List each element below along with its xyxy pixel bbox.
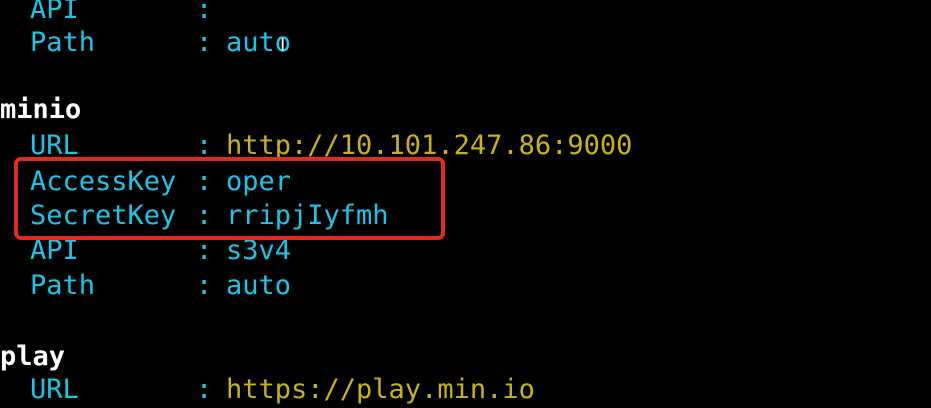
- config-row-path: Path : auto: [0, 23, 931, 63]
- config-value: s3v4: [226, 235, 292, 266]
- config-value: rripjIyfmh: [226, 200, 389, 231]
- terminal-output: API : Path : auto I minio URL : http://1…: [0, 0, 931, 408]
- config-key: SecretKey: [30, 200, 177, 231]
- config-row-api: API : s3v4: [0, 231, 931, 271]
- config-value-url: http://10.101.247.86:9000: [226, 130, 633, 161]
- config-key: URL: [30, 130, 79, 161]
- config-separator: :: [196, 27, 213, 58]
- config-key: Path: [30, 270, 96, 301]
- text-cursor-icon: I: [280, 35, 286, 56]
- config-value: auto: [226, 270, 292, 301]
- config-separator: :: [196, 200, 213, 231]
- config-value-url: https://play.min.io: [226, 374, 535, 405]
- section-title-minio: minio: [0, 94, 82, 125]
- config-key: API: [30, 235, 79, 266]
- config-key: URL: [30, 374, 79, 405]
- config-row-path: Path : auto: [0, 266, 931, 306]
- config-separator: :: [196, 235, 213, 266]
- config-separator: :: [196, 270, 213, 301]
- config-row-secretkey: SecretKey : rripjIyfmh: [0, 196, 931, 236]
- config-separator: :: [196, 374, 213, 405]
- config-row-url: URL : http://10.101.247.86:9000: [0, 126, 931, 166]
- config-row-url: URL : https://play.min.io: [0, 370, 931, 408]
- config-separator: :: [196, 130, 213, 161]
- config-key: Path: [30, 27, 96, 58]
